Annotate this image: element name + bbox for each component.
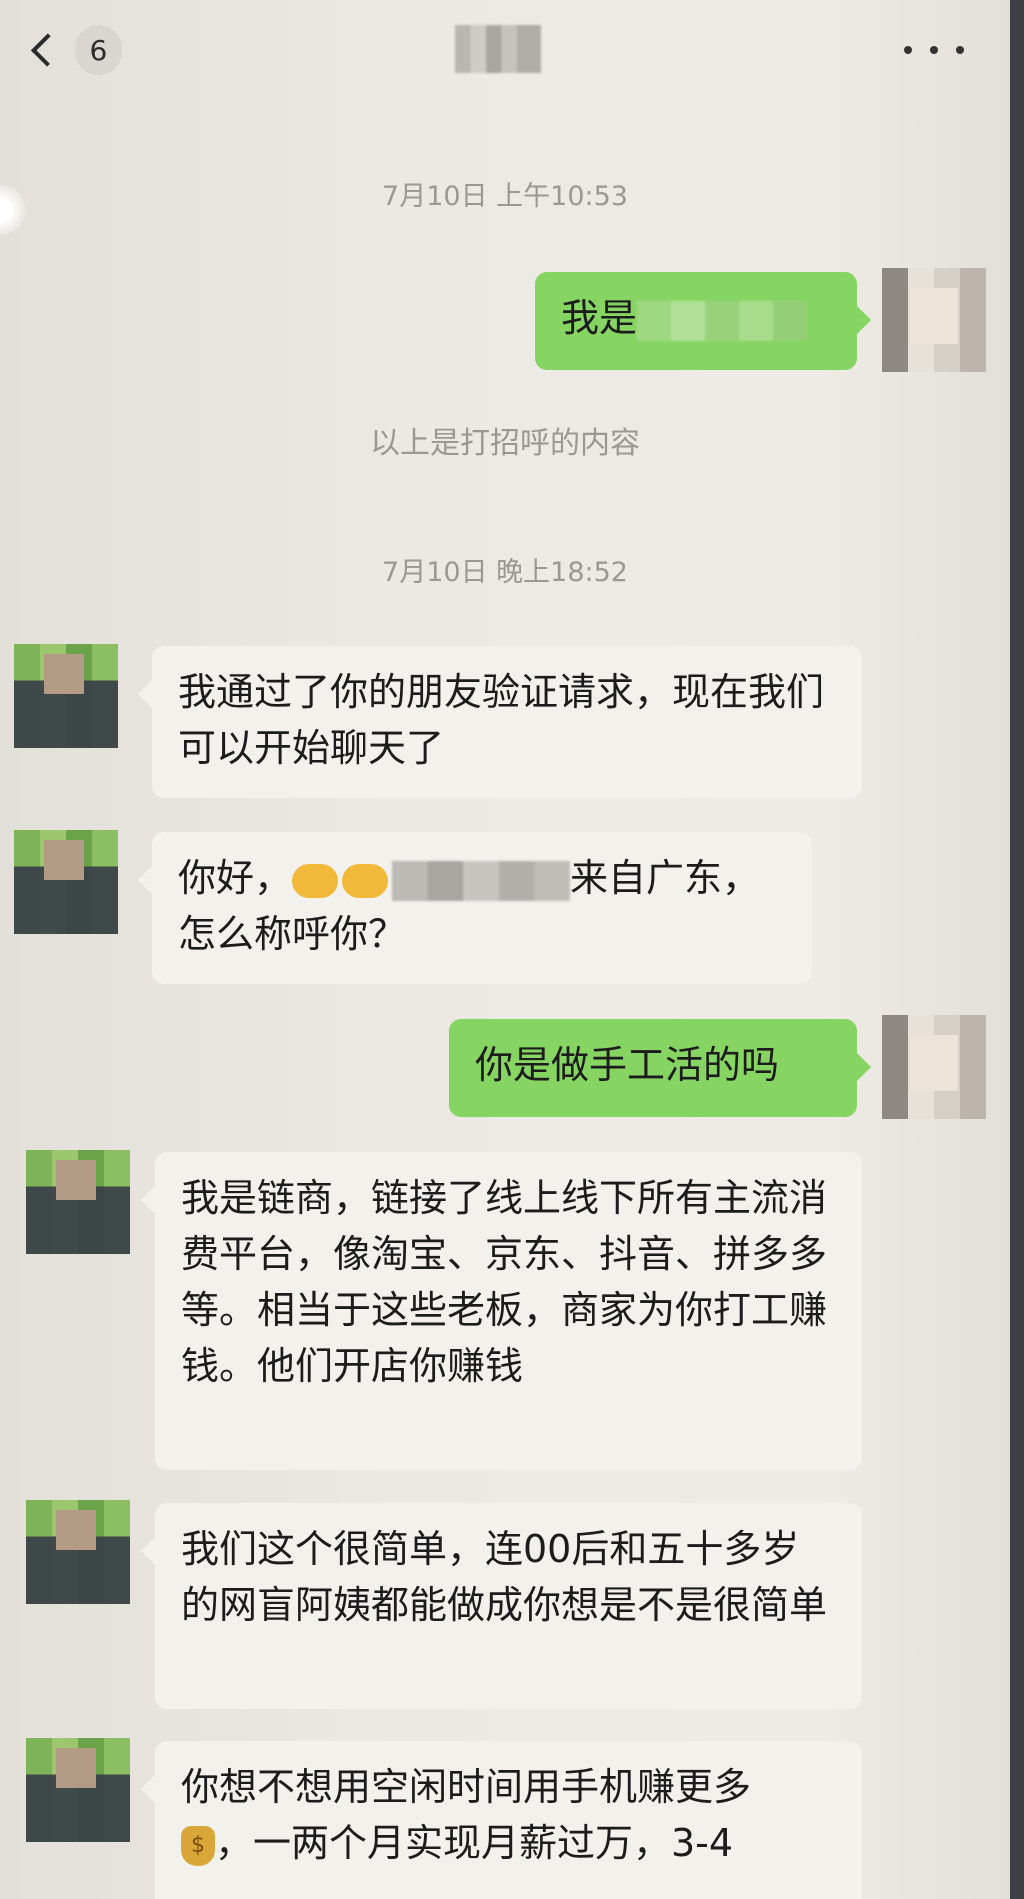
message-text: 我们这个很简单，连00后和五十多岁的网盲阿姨都能做成你想是不是很简单 bbox=[181, 1527, 828, 1627]
handshake-emoji-icon bbox=[342, 863, 389, 898]
message-text: 你好， bbox=[178, 856, 293, 900]
message-text: 来自广东， bbox=[570, 856, 761, 900]
chat-header: 6 bbox=[0, 0, 1010, 100]
message-bubble-incoming[interactable]: 我通过了你的朋友验证请求，现在我们可以开始聊天了 bbox=[138, 646, 862, 798]
message-bubble-incoming[interactable]: 你好， 来自广东， 怎么称呼你？ bbox=[138, 832, 812, 984]
more-dots-icon bbox=[904, 46, 912, 54]
contact-name-redacted bbox=[455, 25, 541, 73]
more-dots-icon bbox=[956, 46, 964, 54]
contact-avatar[interactable] bbox=[14, 644, 118, 748]
message-text: 你是做手工活的吗 bbox=[475, 1043, 780, 1087]
unread-count-badge: 6 bbox=[74, 25, 122, 75]
self-avatar[interactable] bbox=[882, 268, 986, 372]
more-dots-icon bbox=[930, 46, 938, 54]
redacted-text bbox=[392, 860, 571, 901]
message-text: 你想不想用空闲时间用手机赚更多 bbox=[181, 1765, 752, 1809]
message-text: ，一两个月实现月薪过万，3-4 bbox=[215, 1821, 734, 1865]
chat-screen: 6 7月10日 上午10:53 我是 以上是打招呼的内容 7月10日 晚上18:… bbox=[0, 0, 1024, 1899]
back-button[interactable]: 6 bbox=[22, 22, 122, 78]
message-text: 我是 bbox=[561, 296, 638, 340]
money-bag-emoji-icon: $ bbox=[181, 1825, 215, 1866]
message-bubble-incoming[interactable]: 我们这个很简单，连00后和五十多岁的网盲阿姨都能做成你想是不是很简单 bbox=[141, 1503, 862, 1709]
message-text: 我通过了你的朋友验证请求，现在我们可以开始聊天了 bbox=[178, 670, 825, 770]
system-note: 以上是打招呼的内容 bbox=[370, 426, 640, 461]
message-bubble-incoming[interactable]: 我是链商，链接了线上线下所有主流消费平台，像淘宝、京东、抖音、拼多多等。相当于这… bbox=[141, 1152, 862, 1470]
back-chevron-icon bbox=[30, 33, 64, 67]
device-edge bbox=[1010, 0, 1024, 1899]
message-text: 怎么称呼你？ bbox=[178, 912, 407, 956]
more-options-button[interactable] bbox=[904, 36, 964, 64]
contact-avatar[interactable] bbox=[26, 1738, 130, 1842]
redacted-text bbox=[637, 300, 808, 341]
message-bubble-outgoing[interactable]: 我是 bbox=[535, 272, 871, 370]
contact-avatar[interactable] bbox=[14, 830, 118, 934]
message-bubble-outgoing[interactable]: 你是做手工活的吗 bbox=[449, 1019, 871, 1117]
message-text: 我是链商，链接了线上线下所有主流消费平台，像淘宝、京东、抖音、拼多多等。相当于这… bbox=[181, 1176, 828, 1388]
contact-avatar[interactable] bbox=[26, 1150, 130, 1254]
timestamp: 7月10日 上午10:53 bbox=[382, 181, 628, 212]
contact-avatar[interactable] bbox=[26, 1500, 130, 1604]
handshake-emoji-icon bbox=[292, 863, 339, 898]
message-bubble-incoming[interactable]: 你想不想用空闲时间用手机赚更多 $ ，一两个月实现月薪过万，3-4 bbox=[141, 1741, 862, 1899]
timestamp: 7月10日 晚上18:52 bbox=[382, 557, 628, 588]
self-avatar[interactable] bbox=[882, 1015, 986, 1119]
